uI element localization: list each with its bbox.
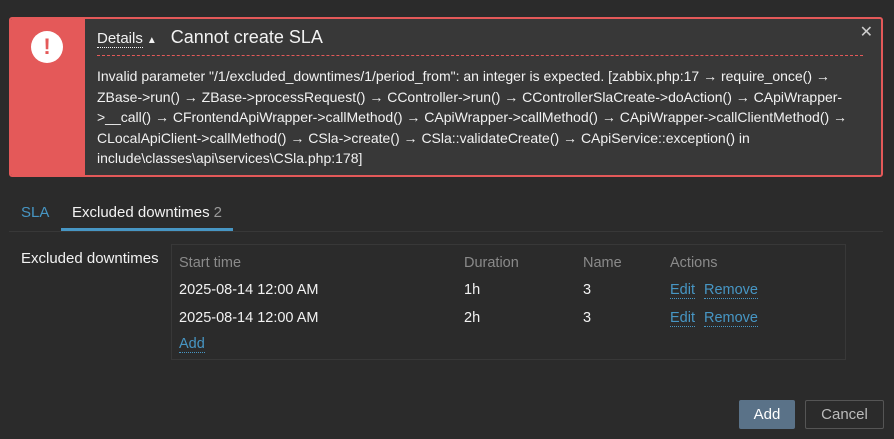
row-2-edit-link[interactable]: Edit: [670, 310, 695, 327]
details-toggle[interactable]: Details: [97, 30, 143, 48]
header-start-time: Start time: [179, 255, 242, 271]
excluded-downtimes-table: Start time Duration Name Actions 2025-08…: [171, 244, 846, 360]
header-duration: Duration: [464, 255, 519, 271]
row-1-duration: 1h: [464, 282, 481, 298]
close-icon[interactable]: ✕: [860, 22, 873, 42]
tab-count-badge: 2: [213, 204, 222, 221]
error-body: Details ▲ Cannot create SLA ✕ Invalid pa…: [85, 19, 881, 175]
error-details-text: Invalid parameter "/1/excluded_downtimes…: [97, 68, 848, 166]
caret-up-icon[interactable]: ▲: [147, 35, 157, 46]
row-2-duration: 2h: [464, 310, 481, 326]
add-downtime-link[interactable]: Add: [179, 336, 205, 353]
header-actions: Actions: [670, 255, 718, 271]
row-2-name: 3: [583, 310, 592, 326]
row-2-remove-link[interactable]: Remove: [704, 310, 758, 327]
row-1-name: 3: [583, 282, 592, 298]
add-button[interactable]: Add: [739, 400, 795, 429]
error-header: Details ▲ Cannot create SLA: [97, 19, 863, 56]
tab-excluded-downtimes-label: Excluded downtimes: [72, 204, 210, 221]
excluded-downtimes-label: Excluded downtimes: [21, 250, 159, 267]
row-1-remove-link[interactable]: Remove: [704, 282, 758, 299]
error-title: Cannot create SLA: [170, 27, 323, 47]
tab-sla[interactable]: SLA: [21, 195, 49, 230]
row-1-edit-link[interactable]: Edit: [670, 282, 695, 299]
tab-bar: SLA Excluded downtimes 2: [9, 195, 883, 232]
tab-excluded-downtimes[interactable]: Excluded downtimes 2: [61, 195, 233, 231]
error-message-box: ! Details ▲ Cannot create SLA ✕ Invalid …: [9, 17, 883, 177]
row-1-start-time: 2025-08-14 12:00 AM: [179, 282, 319, 298]
cancel-button[interactable]: Cancel: [805, 400, 884, 429]
header-name: Name: [583, 255, 622, 271]
error-sidebar: !: [11, 19, 85, 175]
row-2-start-time: 2025-08-14 12:00 AM: [179, 310, 319, 326]
error-exclamation-icon: !: [31, 31, 63, 63]
